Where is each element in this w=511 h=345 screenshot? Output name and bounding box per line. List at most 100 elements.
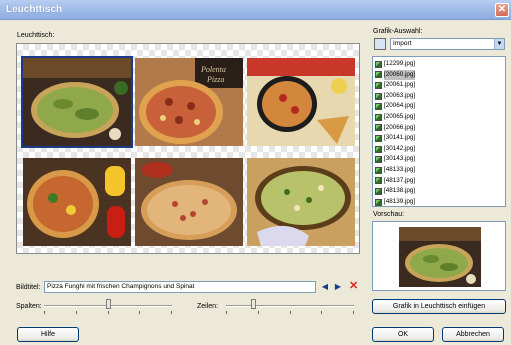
caption-label: Bildtitel: (16, 284, 41, 291)
slider-tick (76, 311, 77, 314)
close-button[interactable]: ✕ (495, 3, 509, 17)
lighttable-thumbnail-2[interactable]: Polenta Pizza (135, 58, 243, 146)
file-list-item[interactable]: [30142.jpg] (375, 144, 503, 155)
image-file-icon (375, 124, 382, 132)
preview-panel (372, 221, 506, 291)
slider-track (226, 305, 354, 307)
previous-image-button[interactable]: ◀ (320, 281, 330, 293)
file-list-item-label: [20063.jpg] (384, 91, 416, 99)
file-list-item[interactable]: [20064.jpg] (375, 101, 503, 112)
lighttable-thumbnail-1[interactable] (21, 56, 133, 148)
arrow-right-icon: ▶ (334, 282, 342, 291)
image-file-icon (375, 198, 382, 206)
file-list-item-label: [20064.jpg] (384, 102, 416, 110)
next-image-button[interactable]: ▶ (333, 281, 343, 293)
image-file-icon (375, 81, 382, 89)
image-file-icon (375, 92, 382, 100)
file-list-item-label: [48138.jpg] (384, 187, 416, 195)
ok-button-label: OK (397, 331, 409, 338)
file-list-item[interactable]: [30143.jpg] (375, 154, 503, 165)
pizza-cheese-image (247, 158, 355, 246)
slider-tick (321, 311, 322, 314)
slider-tick (108, 311, 109, 314)
slider-ticks (226, 311, 354, 315)
columns-label: Spalten: (16, 303, 42, 310)
ok-button[interactable]: OK (372, 327, 434, 342)
file-list-item[interactable]: [48133.jpg] (375, 165, 503, 176)
file-list-item[interactable]: [20063.jpg] (375, 91, 503, 102)
source-selector: Import ▼ (374, 38, 505, 50)
slider-tick (258, 311, 259, 314)
slider-thumb[interactable] (251, 299, 256, 309)
insert-into-lighttable-button[interactable]: Grafik in Leuchttisch einfügen (372, 299, 506, 314)
help-button-label: Hilfe (40, 331, 55, 338)
pizza-paprika-image (23, 158, 131, 246)
rows-label: Zeilen: (197, 303, 219, 310)
svg-text:Polenta: Polenta (200, 65, 226, 74)
file-list-item-label: [20065.jpg] (384, 112, 416, 120)
file-list-item[interactable]: [48137.jpg] (375, 176, 503, 187)
source-dropdown-value: Import (393, 40, 412, 47)
columns-slider[interactable] (44, 299, 172, 315)
arrow-left-icon: ◀ (321, 282, 329, 291)
file-list-item[interactable]: [48139.jpg] (375, 197, 503, 206)
rows-slider[interactable] (226, 299, 354, 315)
slider-tick (353, 311, 354, 314)
pizza-peperoni-image (247, 58, 355, 146)
caption-input[interactable]: Pizza Funghi mit frischen Champignons un… (44, 281, 316, 293)
lighttable-thumbnail-4[interactable] (23, 158, 131, 246)
image-file-icon (375, 166, 382, 174)
file-list-item-label: [20066.jpg] (384, 123, 416, 131)
image-file-icon (375, 177, 382, 185)
file-list-item[interactable]: [20060.jpg] (375, 69, 503, 81)
file-list-item[interactable]: [20061.jpg] (375, 80, 503, 91)
cancel-button-label: Abbrechen (456, 331, 490, 338)
slider-tick (290, 311, 291, 314)
preview-label: Vorschau: (373, 211, 405, 218)
file-list[interactable]: [12299.jpg] [20060.jpg] [20061.jpg] [20063.… (372, 56, 506, 207)
file-list-item[interactable]: [12299.jpg] (375, 59, 503, 70)
lighttable-label: Leuchttisch: (17, 32, 55, 39)
window-title: Leuchttisch (6, 4, 63, 15)
image-file-icon (375, 71, 382, 79)
lighttable-canvas[interactable]: Polenta Pizza (16, 43, 360, 254)
file-list-item-label: [30141.jpg] (384, 134, 416, 142)
image-file-icon (375, 60, 382, 68)
help-button[interactable]: Hilfe (17, 327, 79, 342)
file-list-item[interactable]: [30141.jpg] (375, 133, 503, 144)
pizza-ham-image (135, 158, 243, 246)
preview-image (399, 227, 481, 287)
image-file-icon (375, 145, 382, 153)
lighttable-thumbnail-6[interactable] (247, 158, 355, 246)
import-folder-icon[interactable] (374, 38, 386, 50)
chevron-down-icon[interactable]: ▼ (494, 39, 504, 49)
delete-image-button[interactable]: ✕ (349, 280, 358, 292)
image-file-icon (375, 134, 382, 142)
lighttable-thumbnail-3[interactable] (247, 58, 355, 146)
file-list-item-label: [20061.jpg] (384, 81, 416, 89)
image-file-icon (375, 103, 382, 111)
file-list-item-label: [30143.jpg] (384, 155, 416, 163)
file-list-item[interactable]: [48138.jpg] (375, 186, 503, 197)
slider-ticks (44, 311, 172, 315)
svg-text:Pizza: Pizza (206, 75, 224, 84)
file-list-item[interactable]: [20066.jpg] (375, 123, 503, 134)
file-list-item[interactable]: [20065.jpg] (375, 112, 503, 123)
source-dropdown[interactable]: Import ▼ (390, 38, 505, 50)
slider-thumb[interactable] (106, 299, 111, 309)
file-list-item-label: [30142.jpg] (384, 144, 416, 152)
lighttable-thumbnail-5[interactable] (135, 158, 243, 246)
pizza-spinach-preview-image (399, 227, 481, 287)
insert-button-label: Grafik in Leuchttisch einfügen (392, 303, 486, 310)
delete-icon: ✕ (349, 280, 359, 292)
title-bar: Leuchttisch ✕ (0, 0, 511, 20)
file-list-item-label: [48133.jpg] (384, 165, 416, 173)
cancel-button[interactable]: Abbrechen (442, 327, 504, 342)
file-list-item-label: [48137.jpg] (384, 176, 416, 184)
close-icon: ✕ (497, 4, 507, 15)
image-file-icon (375, 113, 382, 121)
file-list-item-label: [48139.jpg] (384, 197, 416, 205)
slider-tick (44, 311, 45, 314)
pizza-spinach-image (23, 58, 131, 146)
image-file-icon (375, 187, 382, 195)
